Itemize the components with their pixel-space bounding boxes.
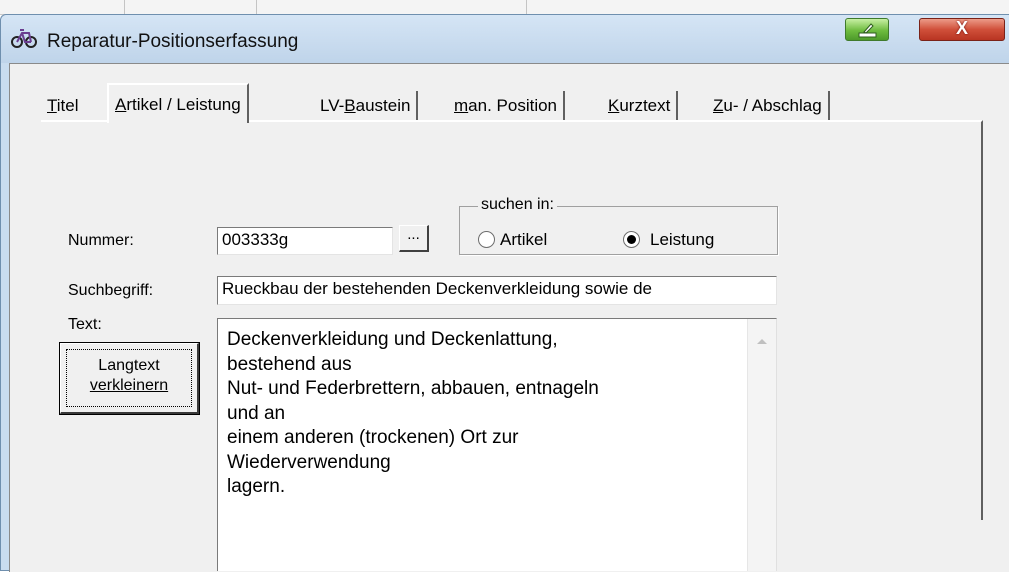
text-area-content: Deckenverkleidung und Deckenlattung, bes… [227,329,599,497]
langtext-verkleinern-button[interactable]: Langtext verkleinern [59,342,200,415]
tab-lv-baustein[interactable]: LV-Baustein [314,91,419,121]
minimize-icon [858,23,877,38]
suchbegriff-field[interactable]: Rueckbau der bestehenden Deckenverkleidu… [217,276,777,305]
search-group-legend: suchen in: [478,196,557,214]
tab-titel[interactable]: Titel [41,91,85,121]
browse-button[interactable]: ... [399,225,429,252]
radio-leistung[interactable] [623,231,640,248]
background-app-strip [0,0,1009,15]
tab-zu-abschlag[interactable]: Zu- / Abschlag [707,91,830,121]
text-label: Text: [68,316,102,333]
radio-artikel[interactable] [478,231,495,248]
text-area-scrollbar[interactable] [747,319,776,571]
window-title: Reparatur-Positionserfassung [47,31,299,52]
radio-leistung-label[interactable]: Leistung [650,230,714,250]
bicycle-icon [11,29,37,48]
tab-artikel-leistung[interactable]: Artikel / Leistung [107,83,249,123]
radio-artikel-label[interactable]: Artikel [500,230,547,250]
suchbegriff-label: Suchbegriff: [68,282,154,299]
tab-man-position[interactable]: man. Position [448,91,566,121]
title-bar[interactable]: Reparatur-Positionserfassung X [1,15,1009,63]
scroll-up-arrow-icon[interactable] [757,339,767,344]
text-area[interactable]: Deckenverkleidung und Deckenlattung, bes… [217,318,777,571]
focus-rect: Langtext verkleinern [66,349,192,407]
minimize-button[interactable] [845,18,889,41]
close-icon: X [955,18,968,38]
nummer-field[interactable]: 003333g [217,227,393,255]
nummer-label: Nummer: [68,232,134,249]
tab-kurztext[interactable]: Kurztext [602,91,679,121]
close-button[interactable]: X [919,18,1005,41]
